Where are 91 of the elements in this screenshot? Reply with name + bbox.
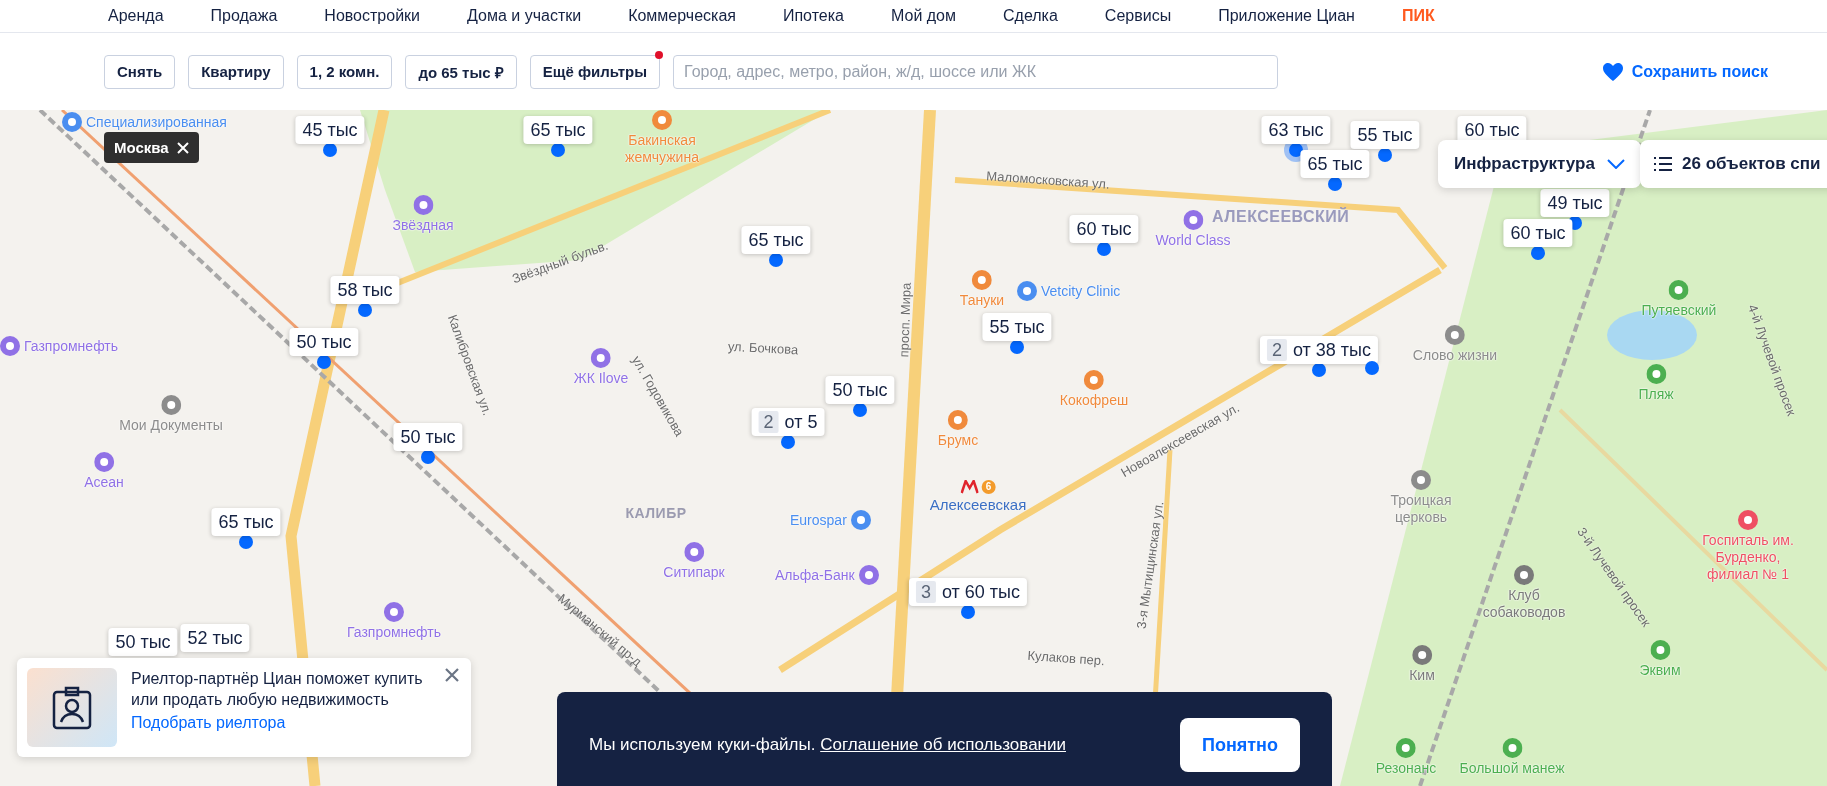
find-realtor-link[interactable]: Подобрать риелтора bbox=[131, 714, 431, 732]
place-label: Эквим bbox=[1639, 662, 1681, 679]
place-label: Бакинская жемчужина bbox=[624, 132, 700, 166]
price-cluster-tag[interactable]: 2 от 38 тыс bbox=[1259, 336, 1379, 364]
price-cluster-tag[interactable]: 3 от 60 тыс bbox=[908, 578, 1028, 606]
place-label: Vetcity Clinic bbox=[1041, 282, 1121, 300]
street-label: Маломосковская ул. bbox=[985, 167, 1111, 193]
price-text: от 60 тыс bbox=[941, 581, 1021, 603]
place-label: Клуб собаководов bbox=[1481, 587, 1567, 621]
place-label: Брумс bbox=[937, 432, 979, 449]
price-tag[interactable]: 50 тыс bbox=[289, 328, 359, 356]
place-label: Троицкая церковь bbox=[1389, 492, 1453, 526]
place-label: Слово жизни bbox=[1412, 347, 1498, 364]
price-text: от 38 тыс bbox=[1292, 339, 1372, 361]
place-label: Пляж bbox=[1638, 386, 1674, 403]
place-label: Большой манеж bbox=[1459, 760, 1565, 777]
place-label: Путяевский bbox=[1641, 302, 1717, 319]
street-label: просп. Мира bbox=[895, 282, 915, 358]
price-tag[interactable]: 60 тыс bbox=[1503, 219, 1573, 247]
price-text: от 5 bbox=[784, 411, 818, 433]
infrastructure-dropdown[interactable]: Инфраструктура bbox=[1438, 140, 1641, 188]
cluster-count: 3 bbox=[915, 581, 936, 603]
search-field[interactable]: Город, адрес, метро, район, ж/д, шоссе или ЖК bbox=[673, 54, 1279, 89]
price-tag[interactable]: 58 тыс bbox=[330, 276, 400, 304]
price-tag[interactable]: 50 тыс bbox=[825, 376, 895, 404]
nav-link[interactable]: Дома и участки bbox=[467, 7, 582, 25]
cookie-notice-text: Мы используем куки-файлы. Соглашение об использовании bbox=[589, 734, 1066, 756]
price-tag[interactable]: 52 тыс bbox=[180, 624, 250, 652]
price-tag[interactable]: 65 тыс bbox=[523, 116, 593, 144]
street-label: 3-я Мытищинская ул. bbox=[1132, 500, 1168, 630]
place-label: World Class bbox=[1155, 232, 1231, 249]
price-tag[interactable]: 50 тыс bbox=[108, 628, 178, 656]
nav-link[interactable]: Новостройки bbox=[324, 7, 420, 25]
metro-station-label: Алексеевская bbox=[929, 496, 1027, 513]
filter-button[interactable]: Ещё фильтры bbox=[529, 54, 661, 89]
chevron-down-icon bbox=[1606, 159, 1625, 169]
price-tag[interactable]: 49 тыс bbox=[1540, 189, 1610, 217]
place-label: Мои Документы bbox=[119, 417, 223, 434]
location-dot[interactable] bbox=[1365, 361, 1379, 375]
place-label: Резонанс bbox=[1375, 760, 1437, 777]
place-label: Ситипарк bbox=[663, 564, 725, 581]
place-label: Госпиталь им. Бурденко, филиал № 1 bbox=[1701, 532, 1795, 583]
price-tag[interactable]: 65 тыс bbox=[211, 508, 281, 536]
nav-link[interactable]: Приложение Циан bbox=[1218, 7, 1355, 25]
place-label: Тануки bbox=[959, 292, 1005, 309]
nav-link[interactable]: Продажа bbox=[210, 7, 278, 25]
filter-button[interactable]: Квартиру bbox=[188, 54, 284, 89]
district-label: АЛЕКСЕЕВСКИЙ bbox=[1212, 208, 1350, 225]
agreement-link[interactable]: Соглашение об использовании bbox=[820, 735, 1066, 754]
cluster-count: 2 bbox=[758, 411, 779, 433]
place-label: Ким bbox=[1409, 667, 1435, 684]
nav-link[interactable]: Аренда bbox=[108, 7, 164, 25]
nav-link[interactable]: Сделка bbox=[1003, 7, 1058, 25]
list-icon bbox=[1654, 157, 1672, 171]
price-cluster-tag[interactable]: 2 от 5 bbox=[751, 408, 825, 436]
place-label: Специализированная bbox=[86, 113, 227, 131]
price-tag[interactable]: 55 тыс bbox=[1350, 121, 1420, 149]
price-tag[interactable]: 50 тыс bbox=[393, 423, 463, 451]
street-label: Кулаков пер. bbox=[1026, 646, 1106, 670]
place-label: Газпромнефть bbox=[24, 337, 119, 355]
nav-link[interactable]: Коммерческая bbox=[628, 7, 736, 25]
list-view-button[interactable]: 26 объектов спи bbox=[1640, 140, 1827, 188]
region-chip[interactable]: Москва bbox=[104, 132, 199, 163]
filter-button[interactable]: 1, 2 комн. bbox=[296, 54, 393, 89]
nav-link[interactable]: Мой дом bbox=[890, 7, 956, 25]
filter-button[interactable]: Снять bbox=[104, 54, 176, 89]
price-tag[interactable]: 65 тыс bbox=[1300, 150, 1370, 178]
nav-link[interactable]: Сервисы bbox=[1104, 7, 1172, 25]
accept-button[interactable]: Понятно bbox=[1180, 718, 1300, 772]
nav-link[interactable]: Ипотека bbox=[782, 7, 844, 25]
place-label: Звёздная bbox=[392, 217, 454, 234]
district-label: КАЛИБР bbox=[625, 505, 687, 522]
cluster-count: 2 bbox=[1266, 339, 1287, 361]
place-label: Eurospar bbox=[790, 511, 847, 529]
price-tag[interactable]: 65 тыс bbox=[741, 226, 811, 254]
heart-icon bbox=[1601, 61, 1624, 82]
metro-logo-icon bbox=[960, 480, 979, 494]
place-label: ЖК Ilove bbox=[573, 370, 629, 387]
price-tag[interactable]: 63 тыс bbox=[1261, 116, 1331, 144]
place-label: Кокофреш bbox=[1059, 392, 1129, 409]
street-label: ул. Бочкова bbox=[727, 337, 799, 359]
place-label: Асеан bbox=[84, 474, 124, 491]
place-label: Альфа-Банк bbox=[775, 566, 855, 584]
place-label: Газпромнефть bbox=[346, 624, 442, 641]
price-tag[interactable]: 60 тыс bbox=[1069, 215, 1139, 243]
promo-text: Риелтор-партнёр Циан поможет купить или продать любую недвижимость bbox=[131, 669, 424, 710]
region-label: Москва bbox=[114, 139, 169, 156]
filter-button[interactable]: до 65 тыс ₽ bbox=[405, 54, 517, 89]
price-tag[interactable]: 55 тыс bbox=[982, 313, 1052, 341]
save-search-link[interactable]: Сохранить поиск bbox=[1601, 61, 1768, 82]
price-tag[interactable]: 45 тыс bbox=[295, 116, 365, 144]
